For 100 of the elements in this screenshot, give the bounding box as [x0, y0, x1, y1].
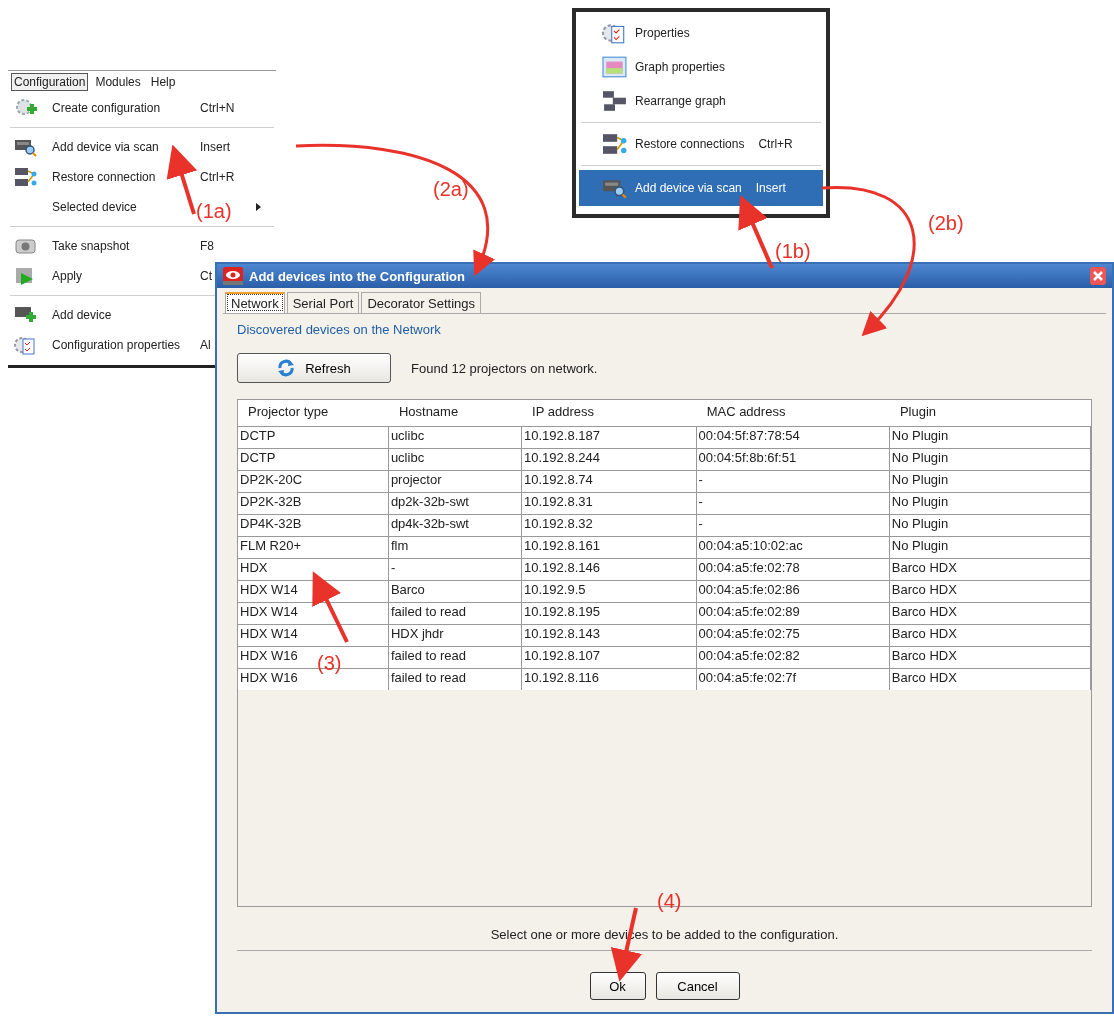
table-cell: Barco HDX	[889, 669, 1091, 690]
table-cell: Barco HDX	[889, 647, 1091, 668]
table-cell: failed to read	[388, 647, 523, 668]
shortcut-label: Ct	[200, 269, 212, 283]
callout-arrow	[166, 144, 198, 215]
tab[interactable]: Decorator Settings	[361, 292, 482, 313]
shortcut-label: Al	[200, 338, 211, 352]
table-cell: No Plugin	[889, 493, 1091, 514]
table-cell: Barco	[388, 581, 523, 602]
table-cell: 00:04:5f:87:78:54	[696, 427, 890, 448]
callout-label: (1b)	[775, 240, 811, 263]
table-cell: 00:04:a5:fe:02:86	[696, 581, 890, 602]
menu-item[interactable]: Take snapshot	[52, 239, 200, 253]
menu-bar-item[interactable]: Help	[147, 73, 179, 91]
menu-item[interactable]: Add device	[52, 308, 200, 322]
table-cell: FLM R20+	[238, 537, 389, 558]
table-cell: -	[696, 515, 890, 536]
table-cell: -	[696, 493, 890, 514]
table-cell: 00:04:a5:fe:02:89	[696, 603, 890, 624]
menu-item[interactable]: Apply	[52, 269, 200, 283]
column-header[interactable]: Hostname	[388, 400, 523, 426]
table-cell: 10.192.8.74	[522, 471, 697, 492]
table-cell: Barco HDX	[889, 603, 1091, 624]
window-title: Add devices into the Configuration	[249, 268, 466, 284]
menu-item[interactable]: Rearrange graph	[579, 84, 823, 118]
table-cell: projector	[388, 471, 523, 492]
menu-item[interactable]: Create configuration	[52, 101, 200, 115]
shortcut-label: F8	[200, 239, 214, 253]
eye-icon	[223, 267, 243, 285]
table-cell: flm	[388, 537, 523, 558]
table-cell: 10.192.8.161	[522, 537, 697, 558]
menu-item[interactable]: Restore connection	[52, 170, 200, 184]
callout-label: (1a)	[196, 200, 232, 223]
table-cell: Barco HDX	[889, 559, 1091, 580]
menu-item-label: Restore connections	[635, 137, 745, 151]
table-cell: HDX jhdr	[388, 625, 523, 646]
table-cell: DP2K-20C	[238, 471, 389, 492]
shortcut-label: Insert	[755, 181, 786, 195]
table-cell: 10.192.8.31	[522, 493, 697, 514]
close-icon[interactable]	[1090, 267, 1106, 285]
table-cell: uclibc	[388, 449, 523, 470]
menu-item[interactable]: Add device via scan	[52, 140, 200, 154]
menu-item[interactable]: Graph properties	[579, 50, 823, 84]
column-header[interactable]: Projector type	[238, 400, 389, 426]
table-cell: DP2K-32B	[238, 493, 389, 514]
column-header[interactable]: MAC address	[696, 400, 890, 426]
table-cell: dp4k-32b-swt	[388, 515, 523, 536]
table-cell: 10.192.8.195	[522, 603, 697, 624]
table-cell: Barco HDX	[889, 625, 1091, 646]
table-cell: HDX W14	[238, 603, 389, 624]
column-header[interactable]: Plugin	[889, 400, 1091, 426]
menu-item[interactable]: Configuration properties	[52, 338, 200, 352]
refresh-icon	[277, 359, 296, 377]
menu-item[interactable]: Restore connections Ctrl+R	[579, 127, 823, 161]
menu-item[interactable]: Properties	[579, 16, 823, 50]
menu-item-label: Rearrange graph	[635, 94, 726, 108]
table-cell: 10.192.8.244	[522, 449, 697, 470]
table-cell: 10.192.8.32	[522, 515, 697, 536]
color-grid-icon	[601, 55, 629, 79]
tab[interactable]: Serial Port	[286, 292, 360, 313]
table-cell: 10.192.8.107	[522, 647, 697, 668]
column-header[interactable]: IP address	[522, 400, 697, 426]
table-cell: uclibc	[388, 427, 523, 448]
menu-bar-item[interactable]: Modules	[92, 73, 144, 91]
table-cell: No Plugin	[889, 515, 1091, 536]
connected-devices-icon	[601, 132, 629, 156]
table-cell: No Plugin	[889, 449, 1091, 470]
table-cell: HDX W14	[238, 625, 389, 646]
devices-icon	[601, 89, 629, 113]
section-title: Discovered devices on the Network	[237, 322, 442, 337]
ok-button[interactable]: Ok	[589, 972, 646, 1000]
shortcut-label: Ctrl+R	[758, 137, 793, 151]
table-cell: No Plugin	[889, 427, 1091, 448]
menu-item[interactable]: Add device via scan Insert	[579, 170, 823, 206]
cancel-button[interactable]: Cancel	[655, 972, 740, 1000]
table-cell: -	[696, 471, 890, 492]
callout-label: (2b)	[928, 212, 964, 235]
table-cell: 10.192.8.187	[522, 427, 697, 448]
table-cell: 10.192.9.5	[522, 581, 697, 602]
table-cell: dp2k-32b-swt	[388, 493, 523, 514]
table-cell: No Plugin	[889, 471, 1091, 492]
table-cell: Barco HDX	[889, 581, 1091, 602]
table-cell: 00:04:a5:fe:02:7f	[696, 669, 890, 690]
table-cell: -	[388, 559, 523, 580]
table-cell: DP4K-32B	[238, 515, 389, 536]
table-cell: No Plugin	[889, 537, 1091, 558]
checklist-icon	[14, 334, 38, 356]
table-cell: 00:04:a5:fe:02:82	[696, 647, 890, 668]
menu-item-label: Add device via scan	[635, 181, 742, 195]
callout-label: (4)	[657, 890, 682, 913]
table-cell: 00:04:a5:fe:02:78	[696, 559, 890, 580]
status-text: Found 12 projectors on network.	[411, 360, 598, 376]
shortcut-label: Insert	[200, 140, 230, 154]
refresh-button[interactable]: Refresh	[237, 353, 391, 383]
menu-bar-item[interactable]: Configuration	[11, 73, 89, 91]
table-cell: DCTP	[238, 427, 389, 448]
tab[interactable]: Network	[225, 292, 285, 313]
table-cell: 10.192.8.143	[522, 625, 697, 646]
table-cell: failed to read	[388, 603, 523, 624]
callout-label: (2a)	[433, 178, 469, 201]
